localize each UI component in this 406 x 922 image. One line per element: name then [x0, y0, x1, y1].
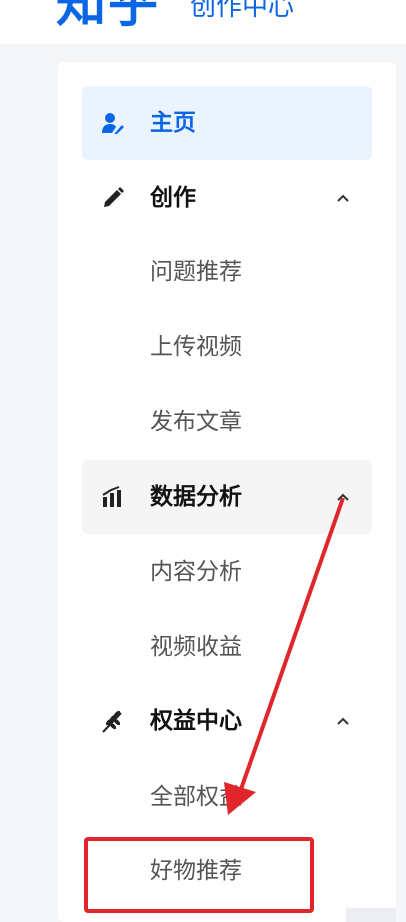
- sidebar-panel: 主页 创作 问题推荐 上传视频 发布文章 数据分析 内容分析 视频收益 权益中心…: [58, 62, 396, 922]
- sidebar-item-label: 数据分析: [150, 484, 242, 510]
- sidebar-item-label: 权益中心: [150, 708, 242, 734]
- user-pen-icon: [100, 110, 126, 136]
- sidebar-item-home[interactable]: 主页: [82, 86, 372, 160]
- zhihu-logo[interactable]: 知乎: [56, 0, 160, 34]
- sidebar-item-label: 创作: [150, 185, 196, 211]
- sidebar-subitem-upload-video[interactable]: 上传视频: [150, 317, 370, 377]
- sidebar-item-analytics[interactable]: 数据分析: [82, 460, 372, 534]
- sidebar-subitem-video-earnings[interactable]: 视频收益: [150, 617, 370, 677]
- sidebar-subitem-content-analysis[interactable]: 内容分析: [150, 542, 370, 602]
- annotation-highlight-box: [84, 837, 314, 913]
- sidebar-item-label: 主页: [150, 110, 196, 136]
- sidebar-subitem-publish-article[interactable]: 发布文章: [150, 392, 370, 452]
- sidebar-item-benefits[interactable]: 权益中心: [82, 684, 372, 758]
- pencil-icon: [100, 185, 126, 211]
- chevron-up-icon[interactable]: [330, 708, 356, 734]
- corner-shadow: [346, 908, 396, 922]
- sidebar-subitem-question-recommend[interactable]: 问题推荐: [150, 242, 370, 302]
- sidebar-item-create[interactable]: 创作: [82, 161, 372, 235]
- wheat-icon: [100, 708, 126, 734]
- top-bar: 知乎 创作中心: [0, 0, 406, 44]
- chevron-up-icon[interactable]: [330, 185, 356, 211]
- sidebar-subitem-all-benefits[interactable]: 全部权益: [150, 767, 370, 827]
- bar-chart-icon: [100, 484, 126, 510]
- chevron-up-icon[interactable]: [330, 484, 356, 510]
- page-title: 创作中心: [190, 0, 295, 22]
